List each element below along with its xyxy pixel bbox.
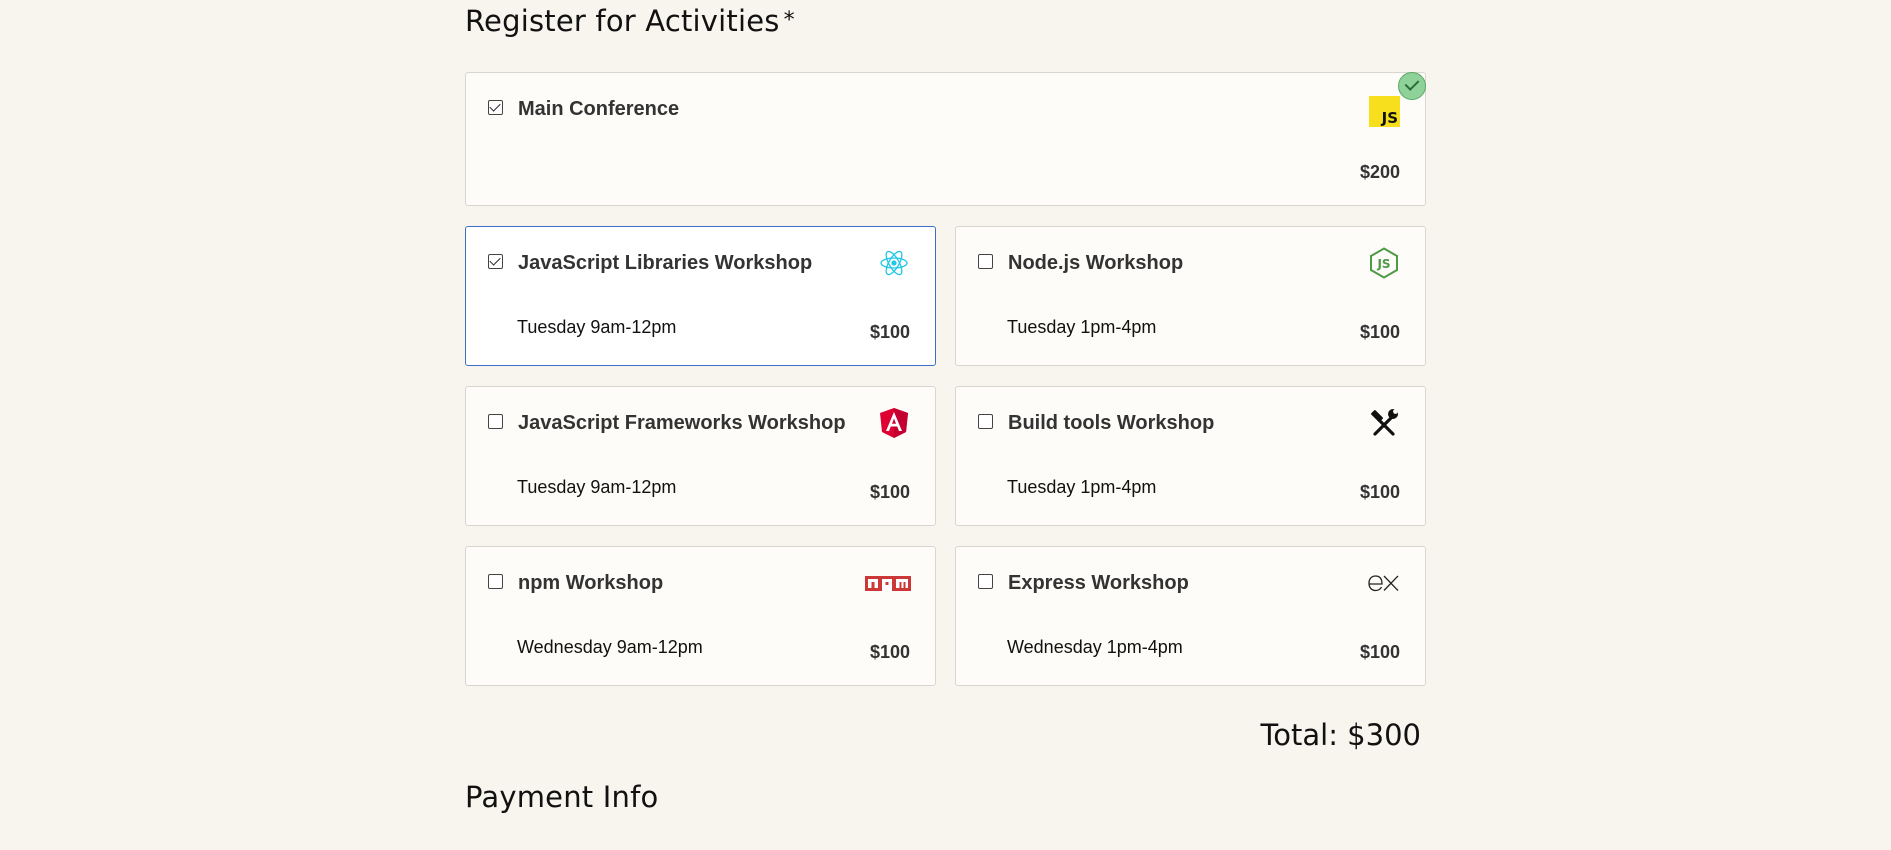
js-logo-text: JS [1381,109,1398,127]
activity-name: Node.js Workshop [1008,252,1184,274]
activity-name: JavaScript Frameworks Workshop [518,412,846,434]
activities-title: Register for Activities * [465,4,795,38]
build-tools-checkbox[interactable] [978,414,993,429]
angular-icon [880,408,908,438]
total-cost: Total: $300 [1260,718,1421,752]
activity-time: Wednesday 9am-12pm [517,637,703,657]
js-libraries-checkbox[interactable] [488,254,503,269]
svg-text:JS: JS [1376,257,1390,271]
main-conference-checkbox[interactable] [488,100,503,115]
activity-price: $100 [869,642,910,662]
activities-title-text: Register for Activities [465,4,780,38]
activity-name: Express Workshop [1008,572,1189,594]
activity-time: Tuesday 9am-12pm [517,477,677,497]
activity-price: $100 [869,482,910,502]
express-icon [1368,575,1399,592]
js-frameworks-checkbox[interactable] [488,414,503,429]
activity-price: $100 [869,322,910,342]
hammer-wrench-icon [1371,409,1398,436]
activity-price: $100 [1359,482,1400,502]
activity-price: $200 [1359,162,1400,182]
activity-time: Tuesday 9am-12pm [517,317,677,337]
nodejs-icon: JS [1370,247,1398,279]
npm-icon [865,576,911,591]
js-logo-icon: JS [1369,96,1400,127]
nodejs-checkbox[interactable] [978,254,993,269]
activity-time: Tuesday 1pm-4pm [1007,317,1157,337]
activity-price: $100 [1359,642,1400,662]
activity-name: Main Conference [518,98,680,120]
activity-card-build-tools[interactable]: Build tools Workshop Tuesday 1pm-4pm $10… [955,386,1426,526]
activity-card-js-frameworks[interactable]: JavaScript Frameworks Workshop Tuesday 9… [465,386,936,526]
activity-time: Wednesday 1pm-4pm [1007,637,1183,657]
activity-name: npm Workshop [518,572,664,594]
activity-card-main-conference[interactable]: Main Conference JS $200 [465,72,1426,206]
activity-time: Tuesday 1pm-4pm [1007,477,1157,497]
npm-checkbox[interactable] [488,574,503,589]
activity-card-js-libraries[interactable]: JavaScript Libraries Workshop Tuesday 9a… [465,226,936,366]
payment-info-title: Payment Info [465,780,659,814]
required-mark: * [783,8,795,33]
activity-card-npm[interactable]: npm Workshop Wednesday 9am-12pm $100 [465,546,936,686]
activity-name: JavaScript Libraries Workshop [518,252,813,274]
react-icon [880,250,908,276]
activity-card-nodejs[interactable]: Node.js Workshop JS Tuesday 1pm-4pm $100 [955,226,1426,366]
activity-price: $100 [1359,322,1400,342]
activity-name: Build tools Workshop [1008,412,1215,434]
selected-check-icon [1398,72,1426,100]
activity-card-express[interactable]: Express Workshop Wednesday 1pm-4pm $100 [955,546,1426,686]
express-checkbox[interactable] [978,574,993,589]
